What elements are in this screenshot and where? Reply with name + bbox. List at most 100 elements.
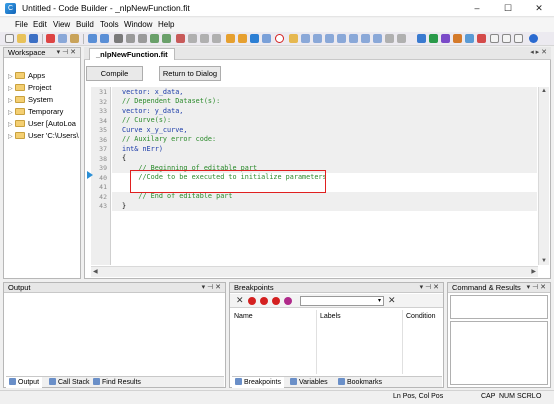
clear-bookmarks-icon[interactable] xyxy=(212,34,221,43)
pin-close-icon[interactable]: ▾ ⊣ ✕ xyxy=(202,283,221,293)
undo-icon[interactable] xyxy=(88,34,97,43)
run-icon[interactable] xyxy=(250,34,259,43)
tree-item-apps[interactable]: ▷ Apps xyxy=(8,71,45,83)
arrange-icon[interactable] xyxy=(385,34,394,43)
rebuild-icon[interactable] xyxy=(238,34,247,43)
command-window-icon[interactable] xyxy=(361,34,370,43)
scroll-down-icon[interactable]: ▼ xyxy=(541,258,547,264)
code-line: int& nErr) xyxy=(122,144,163,153)
tools-icon[interactable] xyxy=(417,34,426,43)
window-title: Untitled - Code Builder - _nlpNewFunctio… xyxy=(22,3,190,13)
window-list-icon[interactable] xyxy=(502,34,511,43)
tree-item-system[interactable]: ▷ System xyxy=(8,95,53,107)
go-to-source-icon[interactable] xyxy=(284,297,292,305)
column-condition[interactable]: Condition xyxy=(406,313,436,320)
line-number: 43 xyxy=(99,202,107,210)
next-bookmark-icon[interactable] xyxy=(200,34,209,43)
toggle-icon[interactable] xyxy=(289,34,298,43)
step-icon[interactable] xyxy=(262,34,271,43)
line-number: 36 xyxy=(99,135,107,144)
comment-icon[interactable] xyxy=(150,34,159,43)
tab-output[interactable]: Output xyxy=(6,377,43,388)
menu-window[interactable]: Window xyxy=(124,20,152,29)
breakpoints-window-icon[interactable] xyxy=(373,34,382,43)
watch-icon[interactable] xyxy=(313,34,322,43)
delete-icon[interactable]: ✕ xyxy=(236,295,244,306)
settings-icon[interactable] xyxy=(429,34,438,43)
menu-file[interactable]: File xyxy=(15,20,28,29)
tree-item-project[interactable]: ▷ Project xyxy=(8,83,51,95)
clear-filter-icon[interactable]: ✕ xyxy=(388,295,396,306)
options-icon[interactable] xyxy=(441,34,450,43)
tab-close-icon[interactable]: ◂ ▸ ✕ xyxy=(530,48,547,56)
column-labels[interactable]: Labels xyxy=(320,313,341,320)
copy-icon[interactable] xyxy=(58,34,67,43)
outdent-icon[interactable] xyxy=(138,34,147,43)
breakpoint-filter-select[interactable]: ▾ xyxy=(300,296,384,306)
call-stack-icon[interactable] xyxy=(337,34,346,43)
scroll-up-icon[interactable]: ▲ xyxy=(541,88,547,94)
breakpoints-header: Breakpoints ▾ ⊣ ✕ xyxy=(230,283,443,293)
tree-item-user-path[interactable]: ▷ User 'C:\Users\ xyxy=(8,131,79,143)
tab-find-results[interactable]: Find Results xyxy=(90,377,144,388)
tab-breakpoints[interactable]: Breakpoints xyxy=(232,377,284,388)
pin-close-icon[interactable]: ▾ ⊣ ✕ xyxy=(57,48,76,58)
close-button[interactable]: ✕ xyxy=(524,0,554,17)
indent-icon[interactable] xyxy=(126,34,135,43)
breakpoint-icon[interactable] xyxy=(275,34,284,43)
command-input[interactable] xyxy=(450,295,548,319)
menu-tools[interactable]: Tools xyxy=(100,20,119,29)
vertical-scrollbar[interactable]: ▲ ▼ xyxy=(538,87,549,265)
scroll-right-icon[interactable]: ▶ xyxy=(531,268,536,275)
paste-icon[interactable] xyxy=(70,34,79,43)
disable-breakpoint-icon[interactable] xyxy=(260,297,268,305)
pin-close-icon[interactable]: ▾ ⊣ ✕ xyxy=(527,283,546,293)
bookmarks-icon xyxy=(338,378,345,385)
compile-all-icon[interactable] xyxy=(453,34,462,43)
help-icon[interactable] xyxy=(529,34,538,43)
folder-icon xyxy=(15,120,25,127)
pin-close-icon[interactable]: ▾ ⊣ ✕ xyxy=(420,283,439,293)
return-to-dialog-button[interactable]: Return to Dialog xyxy=(159,66,221,81)
code-line: vector: x_data, xyxy=(122,87,184,96)
tab-nlp-new-function[interactable]: _nlpNewFunction.fit xyxy=(89,48,175,60)
window-icon[interactable] xyxy=(490,34,499,43)
debug-window-icon[interactable] xyxy=(301,34,310,43)
column-name[interactable]: Name xyxy=(234,313,253,320)
cut-icon[interactable] xyxy=(46,34,55,43)
toolbar xyxy=(0,32,554,46)
find-icon[interactable] xyxy=(114,34,123,43)
redo-icon[interactable] xyxy=(100,34,109,43)
layout-icon[interactable] xyxy=(397,34,406,43)
new-file-icon[interactable] xyxy=(5,34,14,43)
menu-edit[interactable]: Edit xyxy=(33,20,47,29)
tab-bookmarks[interactable]: Bookmarks xyxy=(335,377,385,388)
bookmark-icon[interactable] xyxy=(176,34,185,43)
menu-build[interactable]: Build xyxy=(76,20,94,29)
locals-icon[interactable] xyxy=(325,34,334,43)
link-icon[interactable] xyxy=(465,34,474,43)
tree-item-user-autoload[interactable]: ▷ User [AutoLoa xyxy=(8,119,76,131)
tab-call-stack[interactable]: Call Stack xyxy=(46,377,93,388)
menu-view[interactable]: View xyxy=(53,20,70,29)
build-icon[interactable] xyxy=(226,34,235,43)
stop-icon[interactable] xyxy=(477,34,486,43)
output-window-icon[interactable] xyxy=(349,34,358,43)
tab-variables[interactable]: Variables xyxy=(287,377,331,388)
toolbar-separator xyxy=(42,34,43,44)
split-icon[interactable] xyxy=(514,34,523,43)
prev-bookmark-icon[interactable] xyxy=(188,34,197,43)
compile-button[interactable]: Compile xyxy=(86,66,143,81)
uncomment-icon[interactable] xyxy=(162,34,171,43)
find-results-icon xyxy=(93,378,100,385)
tree-item-temporary[interactable]: ▷ Temporary xyxy=(8,107,63,119)
maximize-button[interactable]: ☐ xyxy=(493,0,523,17)
breakpoint-icon[interactable] xyxy=(248,297,256,305)
horizontal-scrollbar[interactable]: ◀ ▶ xyxy=(91,266,538,277)
open-folder-icon[interactable] xyxy=(17,34,26,43)
save-icon[interactable] xyxy=(29,34,38,43)
enable-breakpoint-icon[interactable] xyxy=(272,297,280,305)
scroll-left-icon[interactable]: ◀ xyxy=(93,268,98,275)
menu-help[interactable]: Help xyxy=(158,20,174,29)
minimize-button[interactable]: – xyxy=(462,0,492,17)
